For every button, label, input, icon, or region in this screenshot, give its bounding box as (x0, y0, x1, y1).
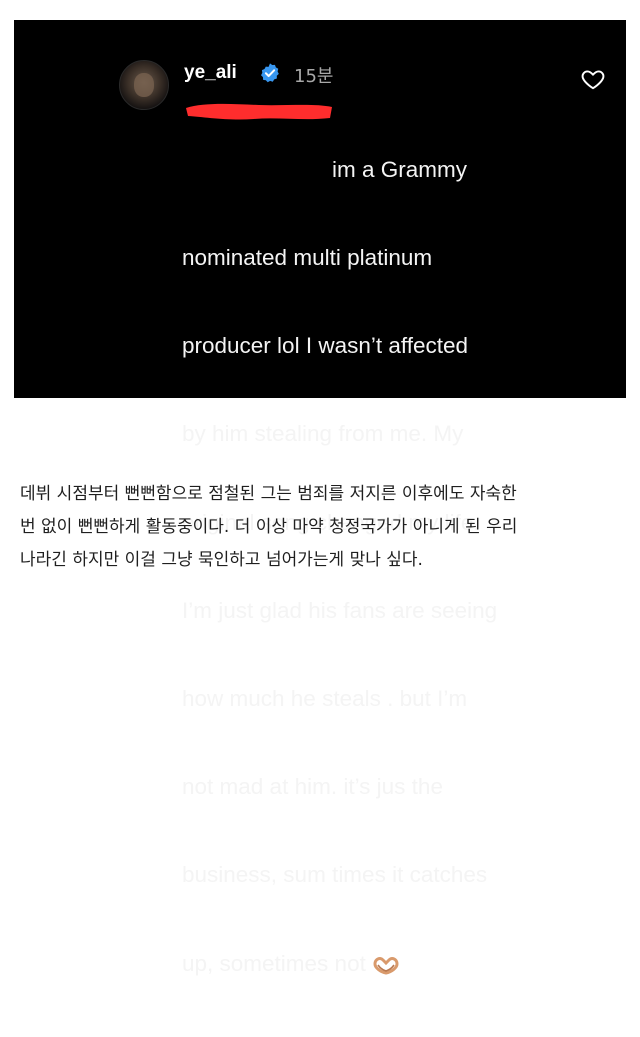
user-avatar[interactable] (119, 60, 169, 110)
comment-time: 15분 (294, 66, 334, 87)
comment-line: nominated multi platinum (182, 245, 433, 271)
comment-username[interactable]: ye_ali (184, 62, 237, 84)
comment-line: producer lol I wasn’t affected (182, 333, 468, 359)
instagram-comment-screenshot: ye_ali 15분 im a Grammy nominated multi p… (14, 20, 626, 976)
comment-line: I’m just glad his fans are seeing (182, 597, 498, 623)
heart-outline-icon[interactable] (580, 66, 606, 92)
comment-line: not mad at him. it’s jus the (182, 774, 443, 800)
comment-line: business, sum times it catches (182, 862, 488, 888)
article-body: 데뷔 시점부터 뻔뻔함으로 점철된 그는 범죄를 저지른 이후에도 자숙한 번 … (20, 478, 630, 577)
article-line: 나라긴 하지만 이걸 그냥 묵인하고 넘어가는게 맞나 싶다. (20, 550, 423, 570)
comment-line: im a Grammy (332, 156, 467, 182)
verified-badge-icon (261, 63, 279, 83)
avatar-face (134, 73, 154, 97)
comment-last-line: up, sometimes not (182, 949, 602, 978)
comment-line: how much he steals . but I’m (182, 686, 468, 712)
heart-hands-emoji-icon (373, 956, 399, 975)
article-line: 데뷔 시점부터 뻔뻔함으로 점철된 그는 범죄를 저지른 이후에도 자숙한 (20, 484, 517, 504)
article-line: 번 없이 뻔뻔하게 활동중이다. 더 이상 마약 청정국가가 아니게 된 우리 (20, 517, 518, 537)
comment-line: by him stealing from me. My (182, 421, 464, 447)
comment-line: up, sometimes not (182, 950, 366, 976)
